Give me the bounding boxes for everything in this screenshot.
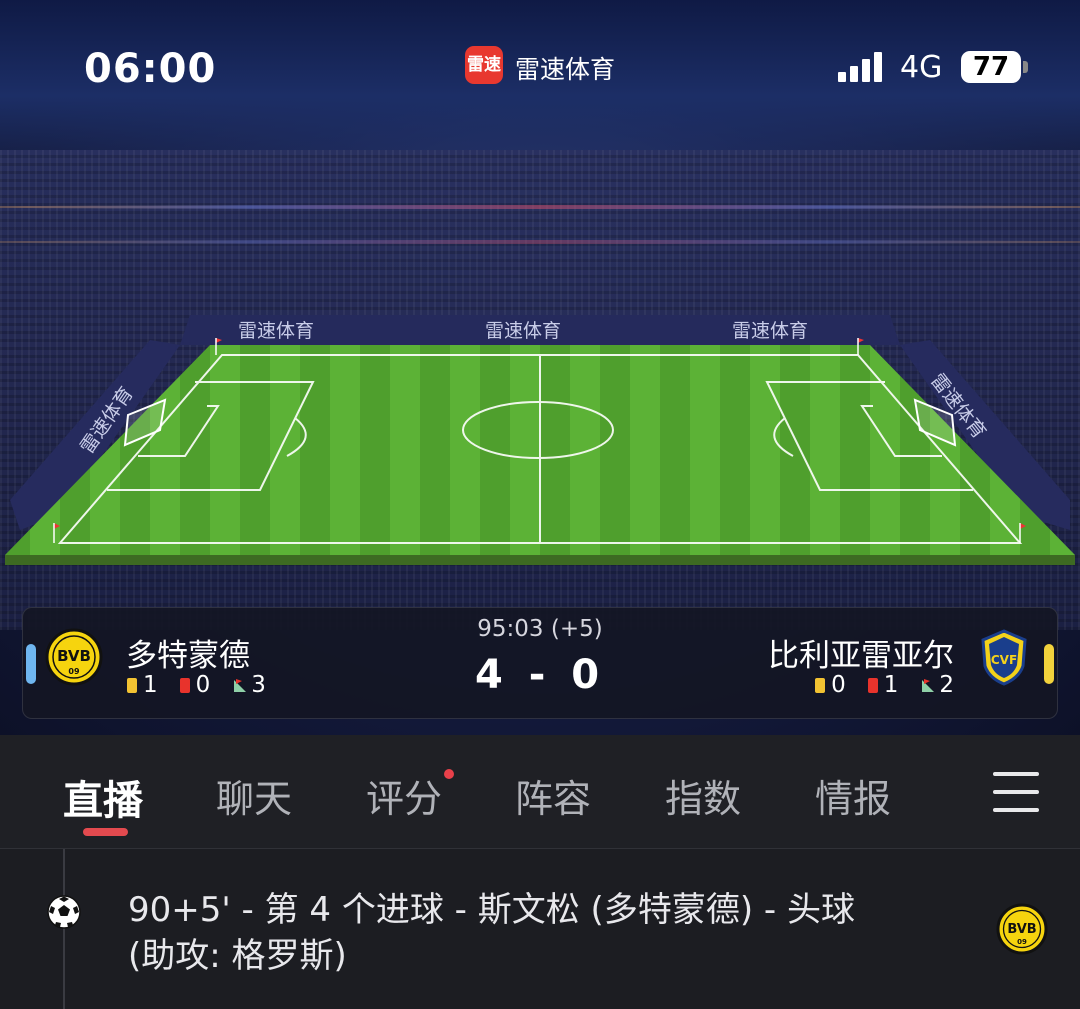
scoreboard[interactable]: BVB 09 多特蒙德 1 0 3 95:03 (+5) 4 - 0 比利亚雷亚…: [22, 607, 1058, 719]
svg-text:CVF: CVF: [991, 653, 1017, 667]
network-type: 4G: [900, 50, 943, 85]
event-description: 90+5' - 第 4 个进球 - 斯文松 (多特蒙德) - 头球 (助攻: 格…: [128, 887, 948, 979]
ad-board-text: 雷速体育: [238, 320, 314, 342]
away-side-indicator: [1044, 644, 1054, 684]
red-card-icon: [867, 677, 878, 693]
tab-intel[interactable]: 情报: [815, 768, 891, 823]
away-red-cards: 1: [883, 672, 899, 698]
football-pitch: 雷速体育 雷速体育 雷速体育 雷速体育 雷速体育: [5, 315, 1075, 565]
corner-flag-icon: [922, 679, 935, 692]
menu-icon[interactable]: [993, 772, 1039, 812]
svg-text:09: 09: [1017, 938, 1027, 946]
stadium-light-ring: [0, 240, 1080, 244]
notification-dot: [444, 769, 454, 779]
tab-chat[interactable]: 聊天: [216, 768, 292, 823]
active-tab-indicator: [83, 828, 128, 836]
soccer-ball-icon: [47, 895, 81, 929]
tab-ratings[interactable]: 评分: [366, 768, 442, 823]
status-bar: 06:00 雷速 雷速体育 4G 77: [0, 0, 1080, 130]
tab-bar: 直播 聊天 评分 阵容 指数 情报: [0, 735, 1080, 849]
ad-board-text: 雷速体育: [732, 320, 808, 342]
battery-tip: [1023, 61, 1028, 73]
svg-text:BVB: BVB: [1007, 922, 1036, 937]
battery-icon: 77: [961, 51, 1021, 83]
yellow-card-icon: [815, 677, 826, 693]
app-name: 雷速体育: [515, 55, 616, 84]
event-text-line: 90+5' - 第 4 个进球 - 斯文松 (多特蒙德) - 头球: [128, 890, 855, 930]
clock: 06:00: [84, 46, 217, 92]
tab-live[interactable]: 直播: [63, 768, 143, 826]
event-team-logo: BVB 09: [996, 903, 1048, 955]
tab-lineup[interactable]: 阵容: [515, 768, 591, 823]
tab-odds[interactable]: 指数: [665, 768, 741, 823]
away-team-name[interactable]: 比利亚雷亚尔: [768, 630, 954, 675]
ad-board-text: 雷速体育: [485, 320, 561, 342]
away-yellow-cards: 0: [831, 672, 846, 698]
cellular-signal-icon: [838, 52, 886, 82]
live-feed: 90+5' - 第 4 个进球 - 斯文松 (多特蒙德) - 头球 (助攻: 格…: [0, 849, 1080, 1009]
app-logo-icon: 雷速: [465, 46, 503, 84]
away-team-stats: 0 1 2: [815, 672, 954, 698]
event-text-line: (助攻: 格罗斯): [128, 936, 347, 976]
away-corners: 2: [939, 672, 954, 698]
stadium-light-ring: [0, 205, 1080, 209]
away-team-logo[interactable]: CVF: [979, 628, 1029, 686]
